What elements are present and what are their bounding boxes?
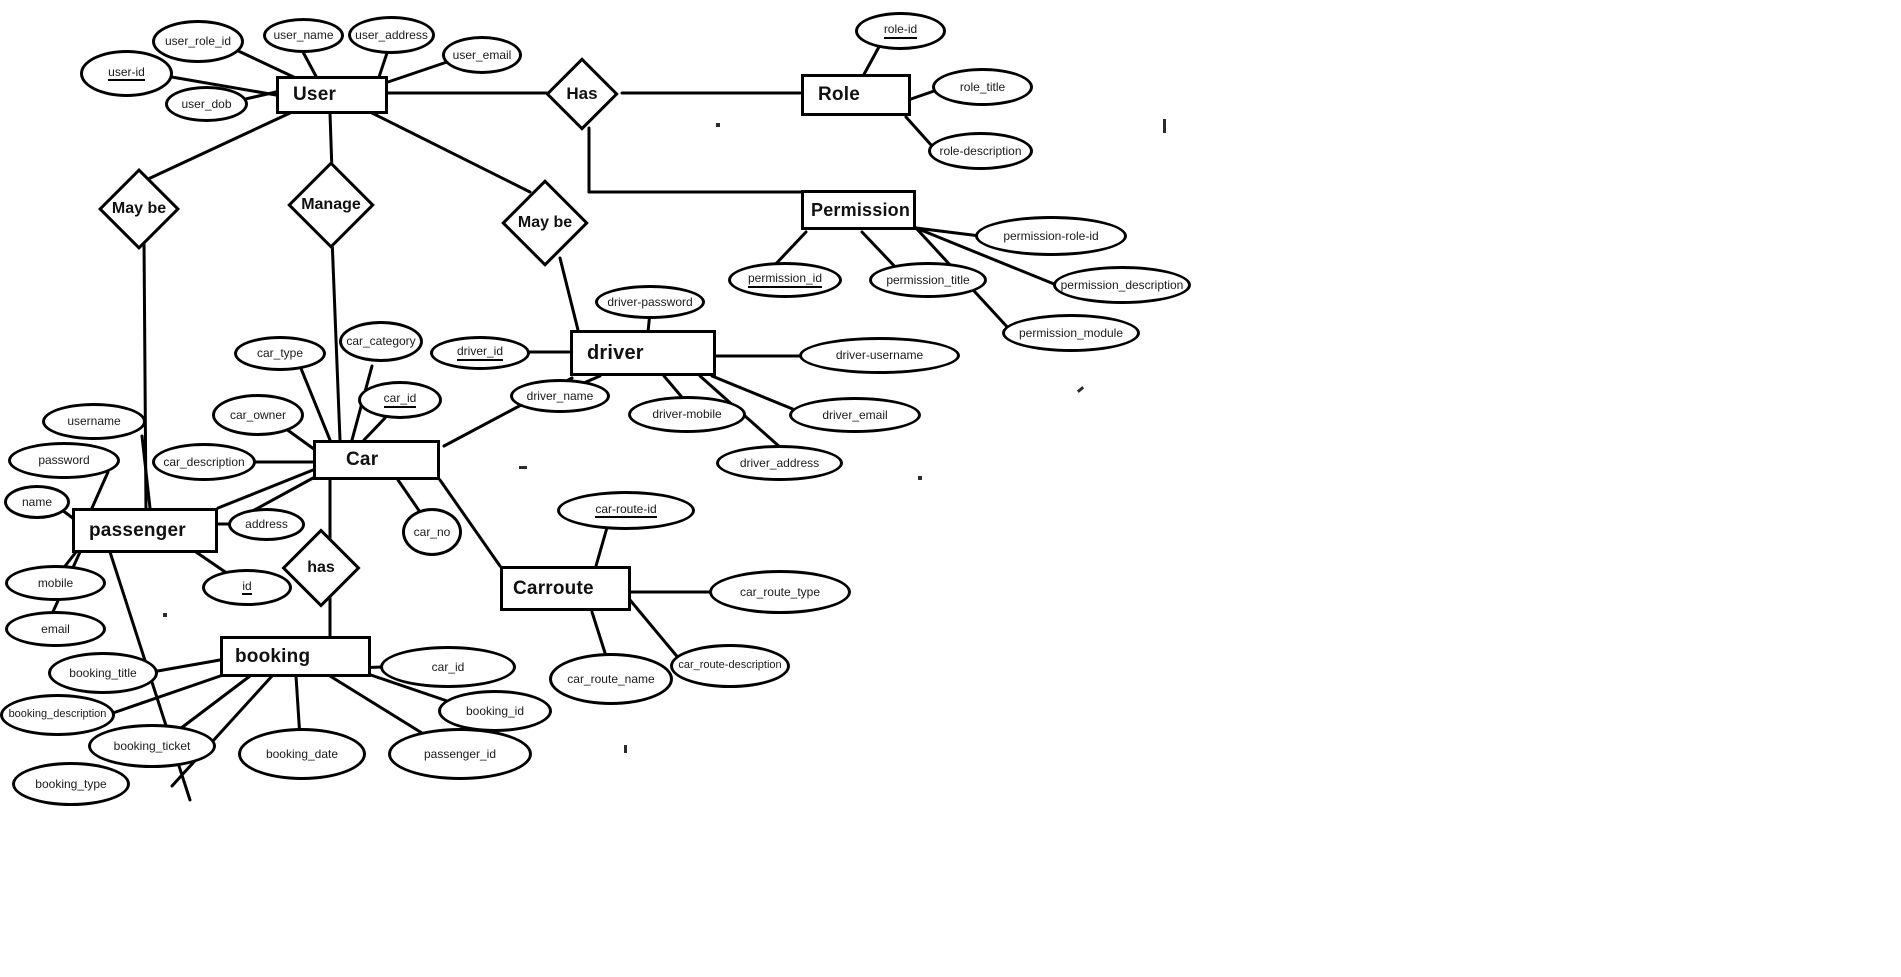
relationship-maybe-left-label: May be <box>111 200 167 217</box>
attribute-passenger-username[interactable]: username <box>42 403 146 440</box>
attribute-permission-title[interactable]: permission_title <box>869 262 987 298</box>
relationship-manage-label: Manage <box>301 196 361 213</box>
entity-permission[interactable]: Permission <box>801 190 916 230</box>
attribute-car-id[interactable]: car_id <box>358 381 442 419</box>
attribute-driver-password[interactable]: driver-password <box>595 285 705 319</box>
relationship-has-small[interactable]: has <box>281 528 361 608</box>
attribute-role-id[interactable]: role-id <box>855 12 946 50</box>
attribute-car-route-type[interactable]: car_route_type <box>709 570 851 614</box>
attribute-role-description[interactable]: role-description <box>928 132 1033 170</box>
attribute-car-route-description[interactable]: car_route-description <box>670 644 790 688</box>
attribute-booking-type[interactable]: booking_type <box>12 762 130 806</box>
entity-permission-label: Permission <box>811 199 911 220</box>
ink-speck <box>163 613 167 617</box>
ink-speck <box>716 123 720 127</box>
attribute-booking-date[interactable]: booking_date <box>238 728 366 780</box>
ink-speck <box>624 745 627 753</box>
attribute-driver-email[interactable]: driver_email <box>789 397 921 433</box>
attribute-permission-module[interactable]: permission_module <box>1002 314 1140 352</box>
attribute-booking-description[interactable]: booking_description <box>0 694 115 736</box>
attribute-car-type[interactable]: car_type <box>234 336 326 371</box>
relationship-maybe-right-label: May be <box>517 214 573 231</box>
attribute-permission-description[interactable]: permission_description <box>1053 266 1191 304</box>
attribute-booking-car-id[interactable]: car_id <box>380 646 516 688</box>
entity-booking-label: booking <box>235 645 311 667</box>
entity-car-label: Car <box>346 449 379 470</box>
attribute-booking-passenger-id[interactable]: passenger_id <box>388 728 532 780</box>
ink-speck <box>1163 119 1166 133</box>
entity-role[interactable]: Role <box>801 74 911 116</box>
relationship-maybe-left[interactable]: May be <box>97 167 181 251</box>
attribute-user-id[interactable]: user-id <box>80 50 173 97</box>
attribute-car-description[interactable]: car_description <box>152 443 256 481</box>
ink-speck <box>918 476 922 480</box>
er-diagram-canvas: User Role Permission driver Car passenge… <box>0 0 1901 977</box>
attribute-passenger-password[interactable]: password <box>8 442 120 479</box>
attribute-booking-title[interactable]: booking_title <box>48 652 158 694</box>
attribute-passenger-email[interactable]: email <box>5 611 106 647</box>
attribute-driver-name[interactable]: driver_name <box>510 379 610 413</box>
entity-car[interactable]: Car <box>313 440 440 480</box>
attribute-car-category[interactable]: car_category <box>339 321 423 362</box>
attribute-user-name[interactable]: user_name <box>263 18 344 53</box>
attribute-car-no[interactable]: car_no <box>402 508 462 556</box>
entity-carroute[interactable]: Carroute <box>500 566 631 611</box>
attribute-car-route-id[interactable]: car-route-id <box>557 491 695 530</box>
attribute-user-role-id[interactable]: user_role_id <box>152 20 244 63</box>
entity-user-label: User <box>293 84 337 105</box>
entity-passenger[interactable]: passenger <box>72 508 218 553</box>
entity-passenger-label: passenger <box>89 519 186 541</box>
attribute-user-dob[interactable]: user_dob <box>165 86 248 122</box>
entity-driver-label: driver <box>587 341 644 364</box>
relationship-has-label: Has <box>566 84 598 103</box>
attribute-user-email[interactable]: user_email <box>442 36 522 74</box>
attribute-passenger-id[interactable]: id <box>202 569 292 606</box>
ink-speck <box>519 466 527 469</box>
relationship-has-small-label: has <box>307 559 335 576</box>
attribute-user-address[interactable]: user_address <box>348 16 435 54</box>
attribute-permission-id[interactable]: permission_id <box>728 262 842 298</box>
attribute-role-title[interactable]: role_title <box>932 68 1033 106</box>
entity-role-label: Role <box>818 84 860 105</box>
attribute-car-route-name[interactable]: car_route_name <box>549 653 673 705</box>
entity-carroute-label: Carroute <box>513 577 594 599</box>
relationship-maybe-right[interactable]: May be <box>501 179 589 267</box>
attribute-passenger-address[interactable]: address <box>228 508 305 541</box>
entity-user[interactable]: User <box>276 76 388 114</box>
attribute-passenger-mobile[interactable]: mobile <box>5 565 106 601</box>
attribute-booking-ticket[interactable]: booking_ticket <box>88 724 216 768</box>
attribute-driver-username[interactable]: driver-username <box>799 337 960 374</box>
attribute-driver-address[interactable]: driver_address <box>716 445 843 481</box>
entity-driver[interactable]: driver <box>570 330 716 376</box>
entity-booking[interactable]: booking <box>220 636 371 677</box>
attribute-booking-id[interactable]: booking_id <box>438 690 552 732</box>
attribute-driver-id[interactable]: driver_id <box>430 336 530 370</box>
attribute-passenger-name[interactable]: name <box>4 485 70 519</box>
relationship-manage[interactable]: Manage <box>287 161 375 249</box>
relationship-has[interactable]: Has <box>545 57 619 131</box>
attribute-car-owner[interactable]: car_owner <box>212 394 304 436</box>
attribute-permission-role-id[interactable]: permission-role-id <box>975 216 1127 256</box>
attribute-driver-mobile[interactable]: driver-mobile <box>628 396 746 433</box>
